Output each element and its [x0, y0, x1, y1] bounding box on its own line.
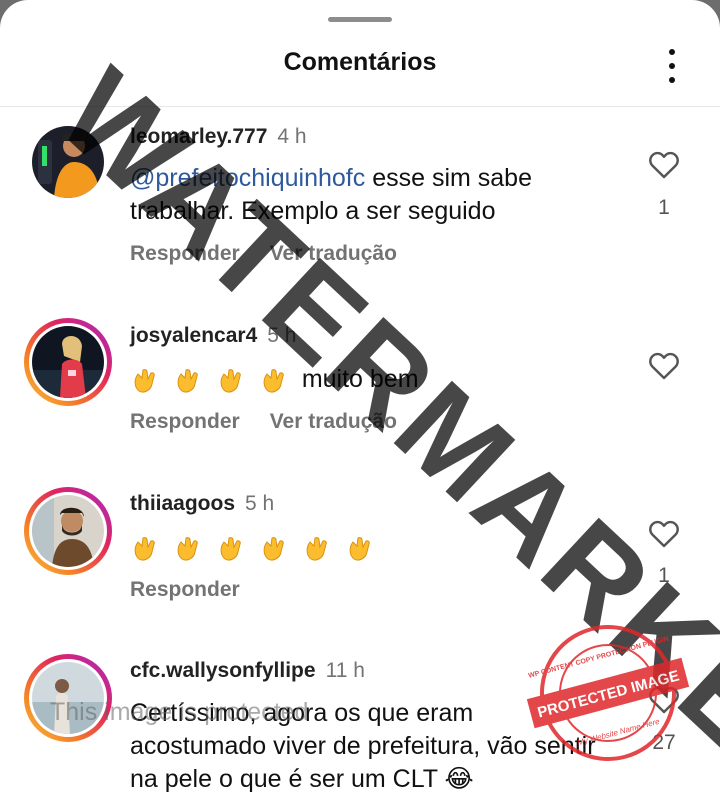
- comment-username[interactable]: thiiaagoos 5 h: [130, 492, 274, 516]
- clap-emoji-row: [130, 532, 381, 565]
- like-count: 27: [652, 731, 676, 754]
- translate-button[interactable]: Ver tradução: [270, 242, 397, 265]
- watermark-text: WATERMARKED: [33, 43, 720, 794]
- clapping-hands-icon: [306, 537, 327, 561]
- comments-sheet: Comentários leomarley.777 4 h @prefeitoch…: [0, 0, 720, 794]
- translate-button[interactable]: Ver tradução: [270, 410, 397, 433]
- reply-button[interactable]: Responder: [130, 410, 240, 433]
- heart-icon[interactable]: [647, 149, 681, 179]
- avatar[interactable]: [24, 654, 112, 742]
- clapping-hands-icon: [263, 369, 284, 393]
- comment-text: Certíssimo, agora os que eram acostumado…: [130, 699, 596, 793]
- comment-text: @prefeitochiquinhofc esse sim sabe traba…: [130, 164, 532, 225]
- laughing-emoji: 😂: [444, 765, 474, 793]
- clapping-hands-icon: [220, 369, 241, 393]
- avatar[interactable]: [24, 318, 112, 406]
- comment-text: muito bem: [130, 363, 610, 397]
- avatar-image: [32, 662, 104, 734]
- sheet-drag-handle[interactable]: [328, 17, 392, 22]
- clapping-hands-icon: [177, 369, 198, 393]
- clapping-hands-icon: [134, 369, 155, 393]
- clap-emoji-row: [130, 364, 295, 397]
- comment-time: 5 h: [267, 324, 297, 347]
- header-divider: [0, 106, 720, 107]
- clapping-hands-icon: [134, 537, 155, 561]
- heart-icon[interactable]: [647, 350, 681, 380]
- mention-link[interactable]: @prefeitochiquinhofc: [130, 164, 365, 192]
- comment-time: 11 h: [325, 659, 365, 682]
- reply-button[interactable]: Responder: [130, 578, 240, 601]
- avatar[interactable]: [24, 118, 112, 206]
- like-count: 1: [658, 196, 670, 219]
- comment-username[interactable]: leomarley.777 4 h: [130, 125, 307, 149]
- avatar-image: [32, 326, 104, 398]
- sheet-title: Comentários: [283, 48, 437, 76]
- comment-username[interactable]: josyalencar4 5 h: [130, 324, 296, 348]
- comment-username[interactable]: cfc.wallysonfyllipe 11 h: [130, 659, 365, 683]
- comment-time: 5 h: [245, 492, 275, 515]
- avatar[interactable]: [24, 487, 112, 575]
- more-vertical-icon[interactable]: [655, 46, 689, 86]
- clapping-hands-icon: [349, 537, 370, 561]
- clapping-hands-icon: [220, 537, 241, 561]
- clapping-hands-icon: [263, 537, 284, 561]
- comment-time: 4 h: [277, 125, 307, 148]
- heart-icon[interactable]: [647, 518, 681, 548]
- like-count: 1: [658, 564, 670, 587]
- avatar-image: [32, 495, 104, 567]
- reply-button[interactable]: Responder: [130, 242, 240, 265]
- comment-text: [130, 531, 610, 565]
- avatar-image: [32, 126, 104, 198]
- stamp-ring-text: WP CONTENT COPY PROTECTION PLUGIN: [528, 636, 670, 680]
- clapping-hands-icon: [177, 537, 198, 561]
- heart-icon[interactable]: [647, 684, 681, 714]
